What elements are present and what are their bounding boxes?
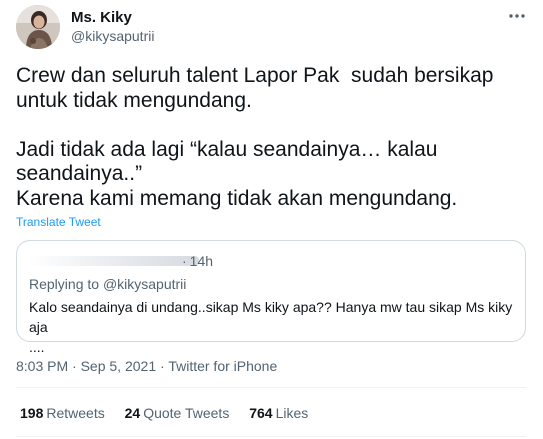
likes-label: Likes	[275, 405, 309, 421]
replying-prefix: Replying to	[29, 276, 100, 292]
tweet-metadata: 8:03 PM · Sep 5, 2021 · Twitter for iPho…	[16, 358, 278, 374]
tweet-stats: 198 Retweets 24 Quote Tweets 764 Likes	[20, 405, 324, 421]
quoted-tweet-time: · 14h	[182, 253, 214, 269]
quoted-tweet-card[interactable]: · 14h Replying to @kikysaputrii Kalo sean…	[16, 240, 526, 355]
divider	[16, 436, 526, 437]
retweets-stat[interactable]: 198 Retweets	[20, 405, 105, 421]
replying-mention[interactable]: @kikysaputrii	[103, 276, 186, 292]
quoted-author-redacted	[29, 256, 199, 266]
more-horizontal-icon	[509, 14, 525, 18]
tweet-time[interactable]: 8:03 PM	[16, 358, 68, 374]
quoted-tweet-text: Kalo seandainya di undang..sikap Ms kiky…	[29, 299, 513, 355]
quote-tweets-count: 24	[124, 405, 141, 421]
retweets-label: Retweets	[46, 405, 105, 421]
more-options-button[interactable]	[505, 6, 529, 26]
tweet-text: Crew dan seluruh talent Lapor Pak sudah …	[16, 64, 494, 210]
tweet-card: Ms. Kiky @kikysaputrii Crew dan seluruh …	[0, 0, 543, 439]
likes-count: 764	[249, 405, 273, 421]
quote-tweets-stat[interactable]: 24 Quote Tweets	[125, 405, 230, 421]
quoted-tweet-time-value: 14h	[189, 253, 214, 269]
divider	[16, 387, 526, 388]
tweet-date[interactable]: Sep 5, 2021	[81, 358, 157, 374]
retweets-count: 198	[20, 405, 44, 421]
author-handle[interactable]: @kikysaputrii	[71, 28, 154, 44]
tweet-source[interactable]: Twitter for iPhone	[168, 358, 277, 374]
profile-photo-icon	[16, 5, 60, 49]
quoted-replying-to: Replying to @kikysaputrii	[29, 276, 186, 292]
avatar[interactable]	[16, 5, 60, 49]
author-display-name[interactable]: Ms. Kiky	[71, 9, 132, 26]
likes-stat[interactable]: 764 Likes	[249, 405, 308, 421]
translate-tweet-link[interactable]: Translate Tweet	[16, 215, 101, 229]
quote-tweets-label: Quote Tweets	[143, 405, 230, 421]
